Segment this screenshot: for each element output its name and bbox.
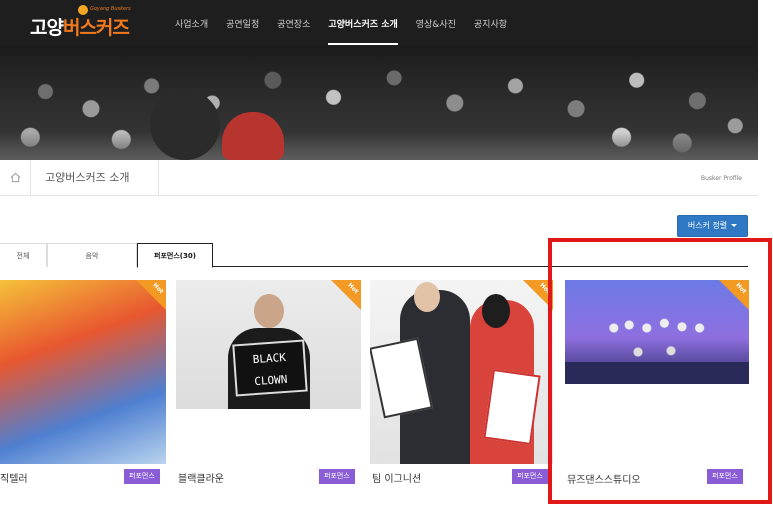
nav-item-buskers-intro[interactable]: 고양버스커즈 소개 [328,0,399,46]
highlight-box [548,238,772,504]
site-logo[interactable]: Goyang Buskers 고양버스커즈 [30,5,131,41]
home-link[interactable] [0,160,31,195]
performer-head [414,282,440,312]
hot-ribbon [331,280,361,310]
category-badge: 퍼포먼스 [512,469,548,484]
logo-text-a: 고양 [30,17,64,39]
nav-item-venues[interactable]: 공연장소 [277,0,310,46]
playing-card-prop [483,369,541,445]
black-clown-sign: BLACK CLOWN [232,339,308,397]
hot-ribbon [136,280,166,310]
performer-head [482,294,510,328]
tab-performance[interactable]: 퍼포먼스(30) [137,243,213,268]
nav-item-schedule[interactable]: 공연일정 [226,0,259,46]
busker-name[interactable]: 팀 이그니션 [372,470,421,485]
busker-thumbnail[interactable]: Hot [370,280,553,464]
nav-item-notices[interactable]: 공지사항 [474,0,507,46]
breadcrumb-section-label: Busker Profile [700,175,742,182]
sign-line-2: CLOWN [253,372,288,389]
hero-banner-image [0,46,758,160]
category-badge: 퍼포먼스 [319,469,355,484]
home-icon [10,172,20,183]
busker-thumbnail[interactable]: BLACK CLOWN Hot [176,280,361,409]
logo-subtitle: Goyang Buskers [90,6,131,12]
hero-performer [150,90,220,160]
busker-name[interactable]: 블랙클라운 [178,470,224,485]
nav-item-business[interactable]: 사업소개 [175,0,208,46]
page-title: 고양버스커즈 소개 [31,160,159,195]
hero-floor [0,132,758,160]
caret-down-icon [731,224,738,227]
category-badge: 퍼포먼스 [124,469,160,484]
busker-thumbnail[interactable]: Hot [0,280,166,464]
sign-line-1: BLACK [252,350,287,367]
busker-sort-button[interactable]: 버스커 정렬 [677,215,748,237]
logo-text-b: 버스커즈 [62,17,130,39]
nav-item-media[interactable]: 영상&사진 [416,0,456,46]
performer-head [254,294,284,328]
top-navigation-bar: Goyang Buskers 고양버스커즈 사업소개 공연일정 공연장소 고양버… [0,0,758,46]
breadcrumb: 고양버스커즈 소개 Busker Profile [0,160,758,196]
tab-all[interactable]: 전체 [0,243,47,267]
logo-wordmark: 고양버스커즈 [30,13,130,40]
sort-button-label: 버스커 정렬 [687,221,728,230]
tab-music[interactable]: 음악 [47,243,137,267]
main-nav: 사업소개 공연일정 공연장소 고양버스커즈 소개 영상&사진 공지사항 [175,0,525,46]
busker-name[interactable]: 직텔러 [0,470,28,485]
